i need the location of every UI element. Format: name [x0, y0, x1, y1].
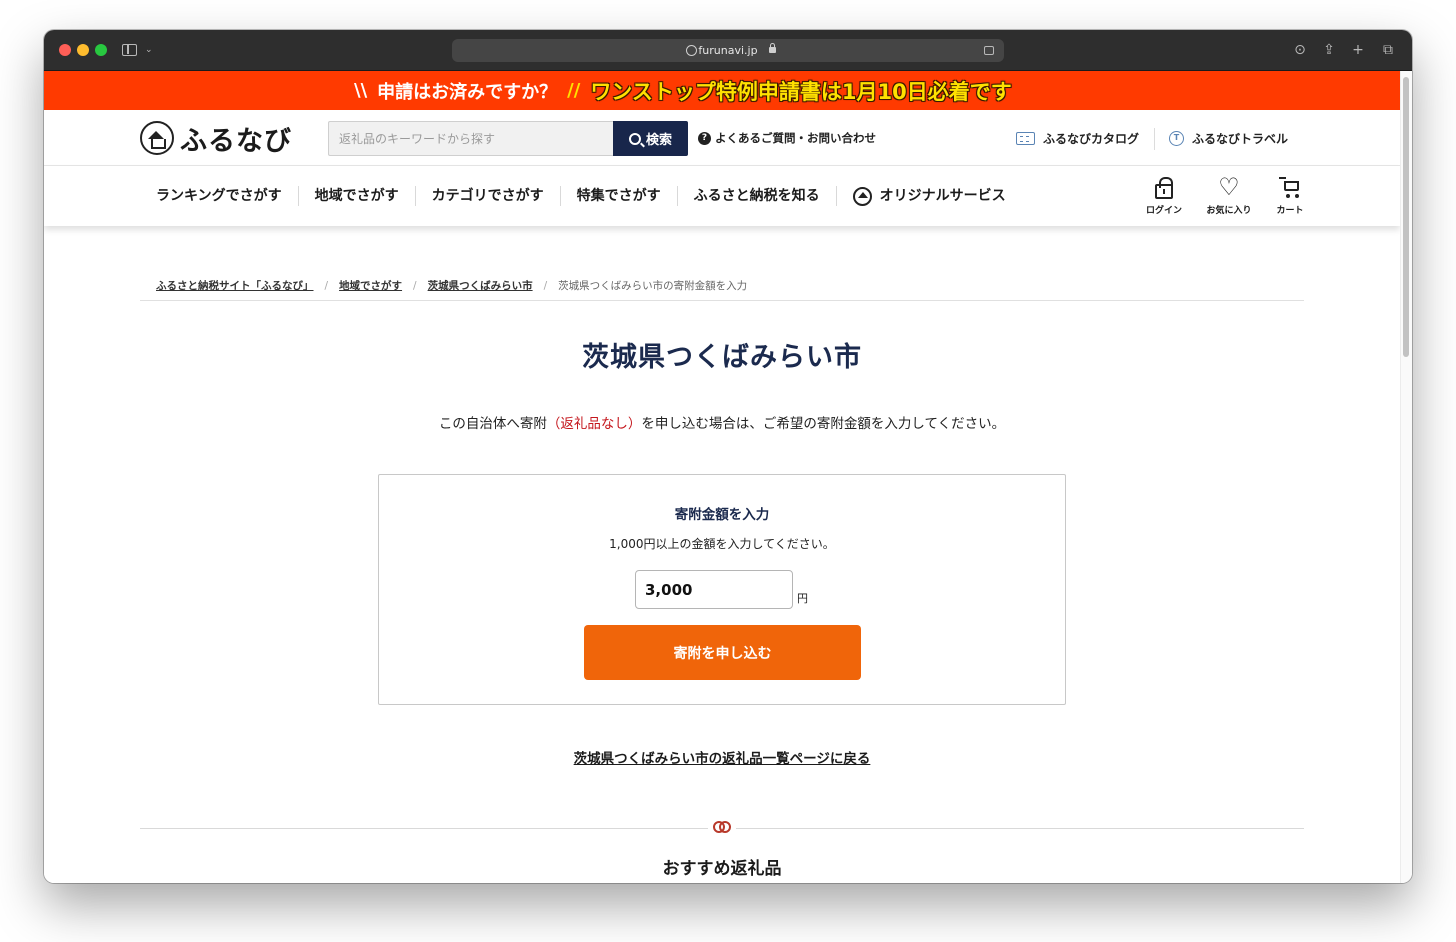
breadcrumb: ふるさと納税サイト「ふるなび」 / 地域でさがす / 茨城県つくばみらい市 / … — [156, 278, 747, 293]
search-input[interactable] — [329, 122, 614, 155]
form-title: 寄附金額を入力 — [674, 507, 770, 523]
nav-item-category[interactable]: カテゴリでさがす — [416, 186, 561, 206]
share-icon[interactable]: ⇪ — [1321, 40, 1337, 60]
donation-amount-input[interactable] — [635, 570, 793, 609]
chevron-down-icon[interactable]: ⌄ — [145, 40, 153, 60]
lock-icon — [769, 43, 776, 53]
back-to-list-link[interactable]: 茨城県つくばみらい市の返礼品一覧ページに戻る — [44, 747, 1400, 767]
breadcrumb-current: 茨城県つくばみらい市の寄附金額を入力 — [558, 280, 748, 292]
promo-deco-right: // — [567, 80, 581, 101]
logo-house-icon — [140, 121, 174, 155]
emblem-icon — [708, 816, 736, 838]
address-bar[interactable]: furunavi.jp — [452, 39, 1004, 62]
breadcrumb-separator: / — [324, 279, 329, 292]
breadcrumb-divider — [140, 300, 1304, 301]
nav-item-region[interactable]: 地域でさがす — [299, 186, 416, 206]
search-button[interactable]: 検索 — [613, 121, 688, 156]
nav-item-label: 地域でさがす — [314, 188, 399, 204]
lead-text: この自治体へ寄附（返礼品なし）を申し込む場合は、ご希望の寄附金額を入力してくださ… — [44, 412, 1400, 432]
minimize-window-button[interactable] — [77, 44, 89, 56]
browser-window: ⌄ furunavi.jp ⊙ ⇪ + ⧉ \\ 申請はお済みですか？ // ワ… — [44, 30, 1412, 883]
nav-item-label: ランキングでさがす — [156, 188, 282, 204]
nav-item-feature[interactable]: 特集でさがす — [561, 186, 678, 206]
form-note: 1,000円以上の金額を入力してください。 — [609, 537, 835, 551]
site-logo[interactable]: ふるなび — [140, 120, 292, 157]
new-tab-icon[interactable]: + — [1350, 40, 1366, 60]
nav-item-label: オリジナルサービス — [879, 188, 1006, 204]
promo-main-text: ワンストップ特例申請書は1月10日必着です — [590, 79, 1012, 104]
lead-text-before: この自治体へ寄附 — [438, 416, 547, 432]
close-window-button[interactable] — [59, 44, 71, 56]
cart-label: カート — [1276, 206, 1304, 216]
nav-item-label: ふるさと納税を知る — [693, 188, 820, 204]
web-page: \\ 申請はお済みですか？ // ワンストップ特例申請書は1月10日必着です ふ… — [44, 71, 1400, 883]
zoom-window-button[interactable] — [95, 44, 107, 56]
submit-donation-button[interactable]: 寄附を申し込む — [584, 625, 861, 680]
breadcrumb-separator: / — [543, 279, 548, 292]
breadcrumb-link-municipality[interactable]: 茨城県つくばみらい市 — [428, 278, 533, 293]
cart-icon — [1279, 176, 1301, 199]
yen-unit: 円 — [797, 592, 808, 605]
url-text: furunavi.jp — [698, 44, 758, 57]
breadcrumb-link-region[interactable]: 地域でさがす — [339, 278, 402, 293]
site-header: ふるなび 検索 ? よくあるご質問・お問い合わせ ふるなびカタログ T ふるなび… — [44, 110, 1400, 166]
tab-overview-icon[interactable]: ⧉ — [1380, 40, 1396, 60]
cart-button[interactable]: カート — [1260, 176, 1320, 216]
sidebar-toggle-icon[interactable] — [122, 44, 137, 56]
donation-form-card: 寄附金額を入力 1,000円以上の金額を入力してください。 円 寄附を申し込む — [378, 474, 1066, 705]
promo-deco-left: \\ — [354, 80, 368, 101]
search-button-label: 検索 — [645, 133, 672, 148]
page-title: 茨城県つくばみらい市 — [582, 342, 862, 373]
breadcrumb-link-home[interactable]: ふるさと納税サイト「ふるなび」 — [156, 278, 314, 293]
search-icon — [628, 132, 641, 145]
login-button[interactable]: ログイン — [1134, 176, 1194, 216]
lock-icon — [1155, 177, 1173, 199]
heart-icon: ♡ — [1218, 173, 1240, 201]
main-nav: ランキングでさがす 地域でさがす カテゴリでさがす 特集でさがす ふるさと納税を… — [44, 166, 1400, 226]
back-link-label: 茨城県つくばみらい市の返礼品一覧ページに戻る — [573, 751, 871, 767]
download-icon[interactable]: ⊙ — [1292, 40, 1308, 60]
nav-item-learn[interactable]: ふるさと納税を知る — [678, 186, 837, 206]
promo-banner[interactable]: \\ 申請はお済みですか？ // ワンストップ特例申請書は1月10日必着です — [44, 71, 1400, 110]
nav-item-original[interactable]: オリジナルサービス — [837, 186, 1022, 206]
nav-item-ranking[interactable]: ランキングでさがす — [140, 186, 299, 206]
login-label: ログイン — [1145, 206, 1182, 216]
question-icon: ? — [698, 131, 711, 145]
breadcrumb-separator: / — [413, 279, 417, 292]
catalog-icon — [1016, 132, 1035, 145]
nav-item-label: 特集でさがす — [576, 188, 661, 204]
browser-toolbar: ⌄ furunavi.jp ⊙ ⇪ + ⧉ — [44, 30, 1412, 71]
catalog-label: ふるなびカタログ — [1043, 132, 1140, 146]
recommend-title: おすすめ返礼品 — [662, 859, 782, 879]
lead-text-highlight: （返礼品なし） — [546, 416, 642, 432]
reader-icon[interactable] — [984, 46, 994, 55]
nav-item-label: カテゴリでさがす — [431, 188, 544, 204]
header-divider — [1154, 128, 1155, 150]
faq-link[interactable]: ? よくあるご質問・お問い合わせ — [698, 130, 876, 146]
favorites-label: お気に入り — [1206, 206, 1252, 216]
travel-link[interactable]: T ふるなびトラベル — [1169, 130, 1288, 147]
catalog-link[interactable]: ふるなびカタログ — [1016, 130, 1139, 147]
travel-label: ふるなびトラベル — [1192, 132, 1289, 146]
scrollbar-thumb[interactable] — [1403, 77, 1409, 357]
lead-text-after: を申し込む場合は、ご希望の寄附金額を入力してください。 — [641, 416, 1006, 432]
original-service-icon — [852, 186, 872, 206]
promo-question: 申請はお済みですか？ — [377, 81, 558, 103]
logo-text: ふるなび — [180, 125, 292, 157]
favorites-button[interactable]: ♡ お気に入り — [1199, 173, 1259, 216]
search-field[interactable] — [328, 121, 614, 156]
travel-icon: T — [1169, 131, 1184, 146]
faq-label: よくあるご質問・お問い合わせ — [715, 131, 876, 145]
